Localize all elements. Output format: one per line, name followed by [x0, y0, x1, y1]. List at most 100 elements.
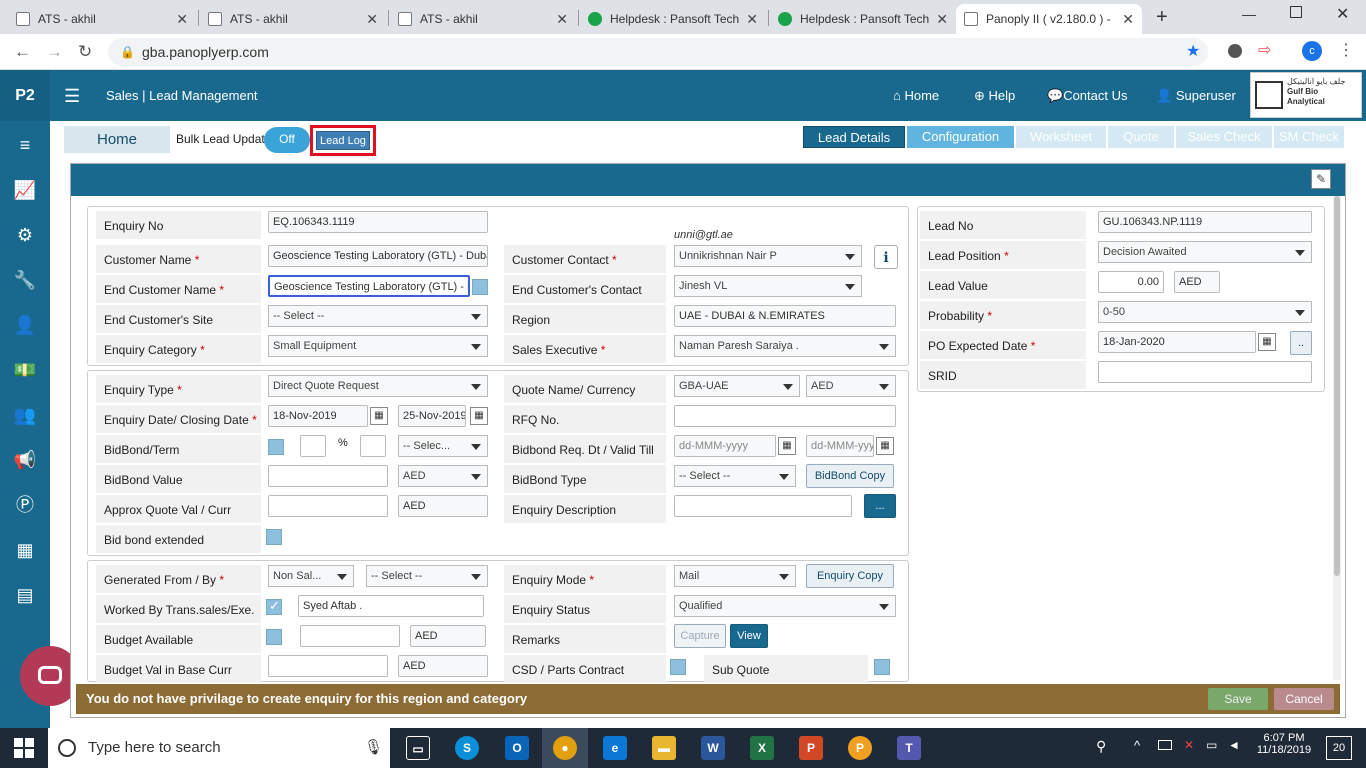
microphone-icon[interactable]: 🎙: [364, 728, 383, 768]
browser-tab[interactable]: Helpdesk : Pansoft Tech ✕: [580, 4, 766, 34]
end-customer-site-select[interactable]: -- Select --: [268, 305, 488, 327]
lead-log-button[interactable]: Lead Log: [316, 131, 370, 150]
file-explorer-icon[interactable]: ▬: [652, 736, 676, 760]
url-field[interactable]: 🔒 gba.panoplyerp.com ★: [108, 38, 1208, 66]
browser-tab[interactable]: ATS - akhil ✕: [200, 4, 386, 34]
probability-select[interactable]: 0-50: [1098, 301, 1312, 323]
edge-icon[interactable]: e: [603, 736, 627, 760]
p-circle-icon[interactable]: Ⓟ: [13, 493, 37, 517]
powerpoint-icon[interactable]: P: [799, 736, 823, 760]
tab-sales-check[interactable]: Sales Check: [1176, 126, 1272, 148]
enquiry-description-button[interactable]: ...: [864, 494, 896, 518]
desktop-icon[interactable]: ▭: [1206, 738, 1217, 752]
contact-book-icon[interactable]: ▤: [13, 583, 37, 607]
generated-from-select[interactable]: Non Sal...: [268, 565, 354, 587]
bidbond-req-field[interactable]: dd-MMM-yyyy: [674, 435, 776, 457]
task-view-icon[interactable]: ▭: [406, 736, 430, 760]
volume-icon[interactable]: ◄: [1228, 738, 1240, 752]
users-icon[interactable]: 👥: [13, 403, 37, 427]
notification-badge[interactable]: 20: [1326, 736, 1352, 760]
tab-configuration[interactable]: Configuration: [907, 126, 1014, 148]
user-icon[interactable]: 👤: [13, 313, 37, 337]
enquiry-date-field[interactable]: 18-Nov-2019: [268, 405, 368, 427]
budget-val-field[interactable]: [268, 655, 388, 677]
minimize-icon[interactable]: —: [1242, 6, 1256, 22]
bidbond-value-field[interactable]: [268, 465, 388, 487]
close-icon[interactable]: ✕: [556, 11, 568, 28]
tab-sm-check[interactable]: SM Check: [1274, 126, 1344, 148]
profile-avatar[interactable]: c: [1302, 41, 1322, 61]
budget-available-checkbox[interactable]: [266, 629, 282, 645]
cancel-button[interactable]: Cancel: [1274, 688, 1334, 710]
extension-icon[interactable]: [1228, 44, 1242, 58]
lead-value-field[interactable]: 0.00: [1098, 271, 1164, 293]
edit-icon[interactable]: ✎: [1311, 169, 1331, 189]
wrench-icon[interactable]: 🔧: [13, 268, 37, 292]
window-close-icon[interactable]: ✕: [1336, 4, 1349, 24]
windows-start-icon[interactable]: [14, 738, 34, 758]
home-button[interactable]: Home: [64, 126, 170, 153]
taskbar-search[interactable]: Type here to search 🎙: [48, 728, 390, 768]
close-icon[interactable]: ✕: [1122, 11, 1134, 28]
view-button[interactable]: View: [730, 624, 768, 648]
teams-icon[interactable]: T: [897, 736, 921, 760]
nav-contact[interactable]: 💬Contact Us: [1047, 88, 1128, 104]
panoply-app-icon[interactable]: P: [848, 736, 872, 760]
nav-help[interactable]: ⊕ Help: [974, 88, 1015, 104]
bidbond-copy-button[interactable]: BidBond Copy: [806, 464, 894, 488]
star-icon[interactable]: ★: [1186, 38, 1200, 66]
browser-tab[interactable]: ATS - akhil ✕: [390, 4, 576, 34]
lead-position-select[interactable]: Decision Awaited: [1098, 241, 1312, 263]
quote-name-select[interactable]: GBA-UAE: [674, 375, 800, 397]
bidbond-type-select[interactable]: -- Select --: [674, 465, 796, 487]
money-icon[interactable]: 💵: [13, 358, 37, 382]
restore-icon[interactable]: [1290, 6, 1302, 18]
enquiry-category-select[interactable]: Small Equipment: [268, 335, 488, 357]
excel-icon[interactable]: X: [750, 736, 774, 760]
info-icon[interactable]: ℹ: [874, 245, 898, 269]
chart-icon[interactable]: 📈: [13, 178, 37, 202]
tab-quote[interactable]: Quote: [1108, 126, 1174, 148]
menu-dots-icon[interactable]: ⋮: [1338, 40, 1354, 60]
tab-worksheet[interactable]: Worksheet: [1016, 126, 1106, 148]
closing-date-field[interactable]: 25-Nov-2019: [398, 405, 466, 427]
po-expected-field[interactable]: 18-Jan-2020: [1098, 331, 1256, 353]
database-icon[interactable]: ≡: [13, 133, 37, 157]
save-button[interactable]: Save: [1208, 688, 1268, 710]
chrome-icon[interactable]: ●: [553, 736, 577, 760]
sales-executive-select[interactable]: Naman Paresh Saraiya .: [674, 335, 896, 357]
reload-icon[interactable]: ↻: [78, 42, 92, 62]
enquiry-description-field[interactable]: [674, 495, 852, 517]
nav-user[interactable]: 👤 Superuser: [1156, 88, 1236, 104]
network-icon[interactable]: ✕: [1184, 738, 1194, 752]
bidbond-term-select[interactable]: -- Selec...: [398, 435, 488, 457]
new-tab-icon[interactable]: +: [1156, 6, 1168, 29]
scrollbar-thumb[interactable]: [1334, 196, 1340, 576]
browser-tab-active[interactable]: Panoply II ( v2.180.0 ) - ✕: [956, 4, 1142, 34]
enquiry-type-select[interactable]: Direct Quote Request: [268, 375, 488, 397]
end-customer-contact-select[interactable]: Jinesh VL: [674, 275, 862, 297]
quote-currency-select[interactable]: AED: [806, 375, 896, 397]
close-icon[interactable]: ✕: [366, 11, 378, 28]
enquiry-status-select[interactable]: Qualified: [674, 595, 896, 617]
word-icon[interactable]: W: [701, 736, 725, 760]
people-icon[interactable]: ⚲: [1096, 738, 1106, 755]
calendar-icon[interactable]: ▦: [1258, 333, 1276, 351]
end-customer-checkbox[interactable]: [472, 279, 488, 295]
browser-tab[interactable]: ATS - akhil ✕: [8, 4, 196, 34]
battery-icon[interactable]: [1158, 740, 1172, 750]
csd-checkbox[interactable]: [670, 659, 686, 675]
cubes-icon[interactable]: ▦: [13, 538, 37, 562]
back-icon[interactable]: ←: [14, 42, 31, 62]
browser-tab[interactable]: Helpdesk : Pansoft Tech ✕: [770, 4, 956, 34]
bidbond-pct-field[interactable]: [300, 435, 326, 457]
hamburger-icon[interactable]: ☰: [64, 86, 80, 107]
worked-by-checkbox[interactable]: [266, 598, 282, 615]
calendar-icon[interactable]: ▦: [778, 437, 796, 455]
budget-available-field[interactable]: [300, 625, 400, 647]
bidbond-currency-select[interactable]: AED: [398, 465, 488, 487]
outlook-icon[interactable]: O: [505, 736, 529, 760]
app-logo[interactable]: P2: [0, 70, 50, 121]
enquiry-mode-select[interactable]: Mail: [674, 565, 796, 587]
rfq-no-field[interactable]: [674, 405, 896, 427]
